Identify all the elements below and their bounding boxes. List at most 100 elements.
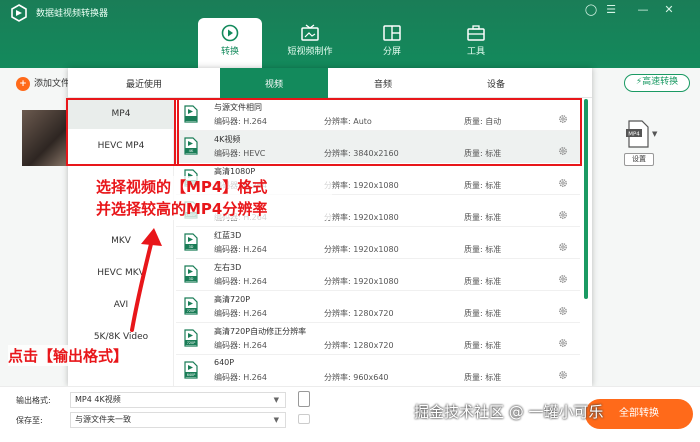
tab-recent[interactable]: 最近使用 (68, 68, 220, 98)
output-format-select[interactable]: MP4 4K视频 ▼ (70, 392, 286, 408)
save-to-label: 保存至: (16, 416, 43, 425)
gear-icon[interactable] (558, 274, 568, 284)
row-codec: 编码器: H.264 (214, 244, 267, 255)
nav-short-video[interactable]: 短视频制作 (278, 18, 342, 68)
highlight-mp4-sidebar (66, 98, 179, 166)
format-row[interactable]: 3D 左右3D 编码器: H.264 分辨率: 1920x1080 质量: 标准 (176, 259, 580, 291)
add-file-button[interactable]: + 添加文件 (16, 76, 70, 91)
save-to-select[interactable]: 与源文件夹一致 ▼ (70, 412, 286, 428)
video-thumbnail[interactable] (22, 110, 70, 166)
row-codec: 编码器: H.264 (214, 276, 267, 287)
codec-label: 编码器: (214, 245, 241, 254)
nav-split-screen[interactable]: 分屏 (360, 18, 424, 68)
chevron-down-icon: ▼ (273, 416, 279, 424)
resolution-value: 1280x720 (353, 341, 394, 350)
close-icon[interactable]: ✕ (662, 3, 676, 17)
row-badge: 720P (187, 341, 196, 345)
resolution-value: 960x640 (353, 373, 389, 382)
bottom-bar: 输出格式: MP4 4K视频 ▼ 保存至: 与源文件夹一致 ▼ 全部转换 掘金技… (0, 386, 700, 442)
format-file-icon[interactable]: MP4 (626, 120, 650, 148)
gear-icon[interactable] (558, 306, 568, 316)
resolution-label: 分辨率: (324, 245, 351, 254)
quality-value: 标准 (485, 245, 502, 254)
format-edit-icon[interactable] (298, 391, 310, 407)
row-quality: 质量: 标准 (464, 244, 501, 255)
plus-icon: + (16, 77, 30, 91)
codec-value: H.264 (243, 309, 267, 318)
video-file-icon: 720P (184, 329, 198, 347)
settings-button[interactable]: 设置 (624, 153, 654, 166)
tab-audio[interactable]: 音频 (328, 68, 438, 98)
fast-convert-toggle[interactable]: ⚡高速转换 (624, 74, 690, 92)
nav-convert[interactable]: 转换 (198, 18, 262, 68)
row-codec: 编码器: H.264 (214, 340, 267, 351)
codec-value: H.264 (243, 373, 267, 382)
format-row[interactable]: 3D 红蓝3D 编码器: H.264 分辨率: 1920x1080 质量: 标准 (176, 227, 580, 259)
format-row[interactable]: 640P 640P 编码器: H.264 分辨率: 960x640 质量: 标准 (176, 355, 580, 386)
gear-icon[interactable] (558, 338, 568, 348)
resolution-value: 1920x1080 (353, 245, 399, 254)
codec-label: 编码器: (214, 277, 241, 286)
quality-label: 质量: (464, 245, 483, 254)
annotation-arrow-icon (130, 228, 162, 332)
row-resolution: 分辨率: 960x640 (324, 372, 389, 383)
gear-icon[interactable] (558, 178, 568, 188)
row-name: 左右3D (214, 263, 242, 272)
video-file-icon: 720P (184, 297, 198, 315)
row-badge: 640P (187, 373, 196, 377)
nav-label: 转换 (220, 47, 239, 57)
row-quality: 质量: 标准 (464, 180, 501, 191)
row-name: 红蓝3D (214, 231, 242, 240)
format-row[interactable]: 720P 高清720P自动修正分辨率 编码器: H.264 分辨率: 1280x720… (176, 323, 580, 355)
annotation-output-hint: 点击【输出格式】 (8, 345, 129, 366)
save-to-value: 与源文件夹一致 (75, 415, 131, 424)
highlight-resolution-rows (174, 98, 582, 166)
nav-label: 短视频制作 (287, 47, 333, 57)
row-codec: 编码器: H.264 (214, 308, 267, 319)
output-format-label: 输出格式: (16, 396, 51, 405)
codec-label: 编码器: (214, 373, 241, 382)
resolution-label: 分辨率: (324, 341, 351, 350)
output-format-value: MP4 4K视频 (75, 395, 121, 404)
codec-value: H.264 (243, 341, 267, 350)
app-title: 数据蛙视频转换器 (36, 9, 109, 19)
row-resolution: 分辨率: 1280x720 (324, 308, 394, 319)
format-dropdown-icon[interactable]: ▼ (652, 130, 657, 138)
quality-label: 质量: (464, 277, 483, 286)
gear-icon[interactable] (558, 210, 568, 220)
watermark: 掘金技术社区 @ 一罐小可乐 (414, 403, 604, 421)
nav-label: 工具 (466, 47, 485, 57)
row-name: 高清720P自动修正分辨率 (214, 327, 307, 336)
quality-label: 质量: (464, 373, 483, 382)
row-name: 高清720P (214, 295, 251, 304)
convert-icon (221, 24, 239, 42)
gear-icon[interactable] (558, 370, 568, 380)
nav-tools[interactable]: 工具 (444, 18, 508, 68)
menu-icon[interactable]: ☰ (604, 3, 618, 17)
user-icon[interactable]: ◯ (584, 3, 598, 17)
nav-label: 分屏 (382, 47, 401, 57)
resolution-value: 1920x1080 (353, 277, 399, 286)
format-list-scrollbar[interactable] (584, 99, 588, 299)
row-quality: 质量: 标准 (464, 340, 501, 351)
tv-icon (301, 24, 319, 41)
video-file-icon: 640P (184, 361, 198, 379)
format-row[interactable]: 720P 高清720P 编码器: H.264 分辨率: 1280x720 质量: 标准 (176, 291, 580, 323)
quality-value: 标准 (485, 213, 502, 222)
gear-icon[interactable] (558, 242, 568, 252)
split-screen-icon (383, 25, 401, 41)
video-file-icon: 3D (184, 265, 198, 283)
toolbox-icon (467, 25, 485, 41)
row-codec: 编码器: H.264 (214, 372, 267, 383)
quality-label: 质量: (464, 213, 483, 222)
quality-label: 质量: (464, 181, 483, 190)
tab-device[interactable]: 设备 (438, 68, 554, 98)
resolution-label: 分辨率: (324, 373, 351, 382)
tab-video[interactable]: 视频 (220, 68, 328, 98)
minimize-icon[interactable]: — (636, 3, 650, 17)
video-file-icon: 3D (184, 233, 198, 251)
quality-value: 标准 (485, 373, 502, 382)
folder-icon[interactable] (298, 414, 310, 424)
row-badge: 3D (189, 277, 194, 281)
codec-label: 编码器: (214, 341, 241, 350)
